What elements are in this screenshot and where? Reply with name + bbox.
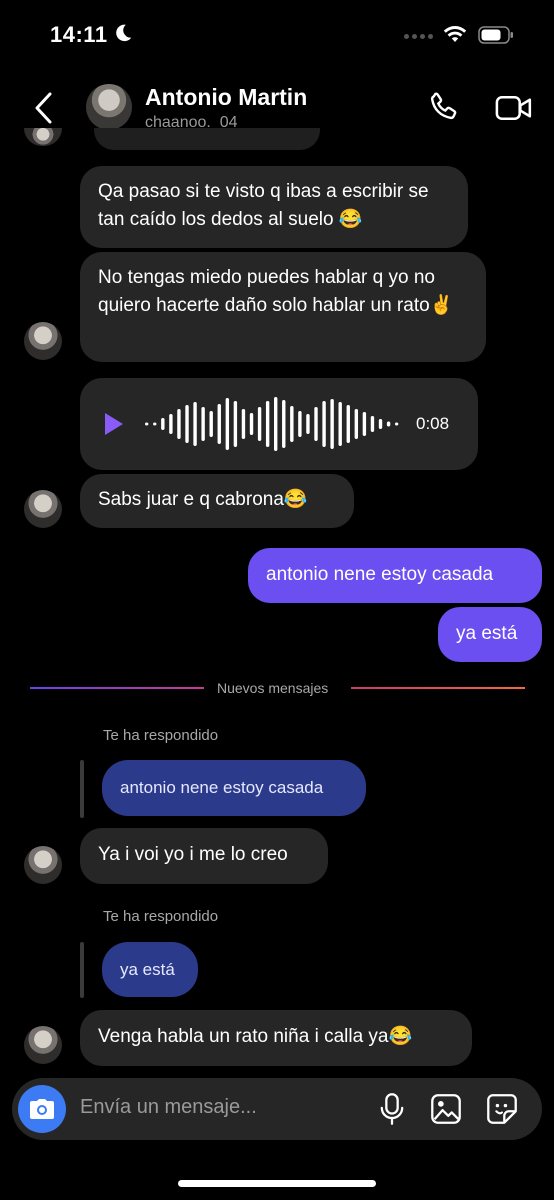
contact-avatar-small[interactable] — [24, 322, 62, 360]
waveform-bar — [169, 414, 173, 434]
waveform-bar — [386, 421, 391, 427]
wifi-icon — [443, 26, 467, 42]
waveform-bar — [201, 407, 205, 441]
waveform-bar — [370, 416, 375, 432]
replied-quote[interactable]: antonio nene estoy casada — [102, 760, 366, 816]
message-input[interactable]: Envía un mensaje... — [80, 1096, 257, 1119]
signal-icon — [404, 34, 433, 39]
sent-message-bubble[interactable]: ya está — [438, 607, 542, 662]
reply-label: Te ha respondido — [103, 727, 219, 744]
waveform-bar — [290, 406, 294, 442]
voice-duration: 0:08 — [416, 414, 450, 433]
new-messages-divider: Nuevos mensajes — [217, 680, 329, 696]
back-icon[interactable] — [32, 90, 56, 126]
waveform-bar — [161, 418, 165, 430]
home-indicator — [178, 1180, 376, 1187]
waveform-bar — [185, 405, 189, 443]
replied-quote[interactable]: ya está — [102, 942, 198, 997]
contact-avatar[interactable] — [86, 84, 132, 130]
waveform-bar — [314, 407, 318, 441]
waveform-bar — [193, 402, 197, 446]
waveform-bar — [322, 401, 326, 447]
waveform-bar — [298, 411, 302, 437]
waveform-bar — [233, 401, 238, 447]
sent-message-bubble[interactable]: antonio nene estoy casada — [248, 548, 542, 603]
waveform-bar — [274, 397, 278, 451]
reply-bar — [80, 760, 84, 818]
video-icon[interactable] — [495, 92, 533, 124]
waveform-bar — [306, 414, 310, 434]
waveform-bar — [153, 422, 157, 426]
waveform-bar — [378, 419, 383, 429]
phone-icon[interactable] — [426, 90, 460, 124]
status-time: 14:11 — [50, 22, 108, 47]
waveform-bar — [209, 411, 213, 437]
waveform-bar — [394, 422, 399, 426]
battery-icon — [478, 26, 513, 44]
gallery-icon[interactable] — [430, 1093, 462, 1125]
waveform-bar — [177, 409, 181, 439]
waveform-bar — [257, 407, 262, 441]
waveform-bar — [241, 409, 246, 439]
divider-line-left — [30, 687, 204, 689]
divider-line-right — [351, 687, 525, 689]
message-bubble[interactable]: Ya i voi yo i me lo creo — [80, 828, 328, 884]
waveform-bar — [282, 400, 286, 448]
contact-avatar-small[interactable] — [24, 1026, 62, 1064]
contact-avatar-small[interactable] — [24, 490, 62, 528]
waveform-bar — [145, 422, 149, 426]
camera-icon — [30, 1099, 54, 1119]
waveform-bar — [225, 398, 230, 450]
waveform-bar — [362, 412, 367, 436]
message-bubble[interactable]: Qa pasao si te visto q ibas a escribir s… — [80, 166, 468, 248]
waveform-bar — [249, 413, 254, 435]
voice-waveform — [145, 397, 399, 451]
message-bubble-partial[interactable] — [94, 128, 320, 150]
contact-name[interactable]: Antonio Martin — [145, 84, 307, 111]
reply-label: Te ha respondido — [103, 908, 219, 925]
message-bubble[interactable]: Sabs juar e q cabrona😂 — [80, 474, 354, 528]
reply-bar — [80, 942, 84, 998]
waveform-bar — [338, 402, 342, 446]
avatar-partial — [24, 128, 62, 146]
sticker-icon[interactable] — [486, 1093, 518, 1125]
waveform-bar — [265, 401, 270, 447]
contact-avatar-small[interactable] — [24, 846, 62, 884]
message-bubble[interactable]: Venga habla un rato niña i calla ya😂 — [80, 1010, 472, 1066]
moon-icon — [116, 24, 132, 42]
waveform-bar — [217, 404, 221, 444]
waveform-bar — [354, 409, 359, 439]
camera-button[interactable] — [18, 1085, 66, 1133]
waveform-bar — [346, 405, 350, 443]
play-icon[interactable] — [102, 411, 126, 437]
microphone-icon[interactable] — [378, 1092, 406, 1126]
message-bubble[interactable]: No tengas miedo puedes hablar q yo no qu… — [80, 252, 486, 362]
waveform-bar — [330, 399, 334, 449]
